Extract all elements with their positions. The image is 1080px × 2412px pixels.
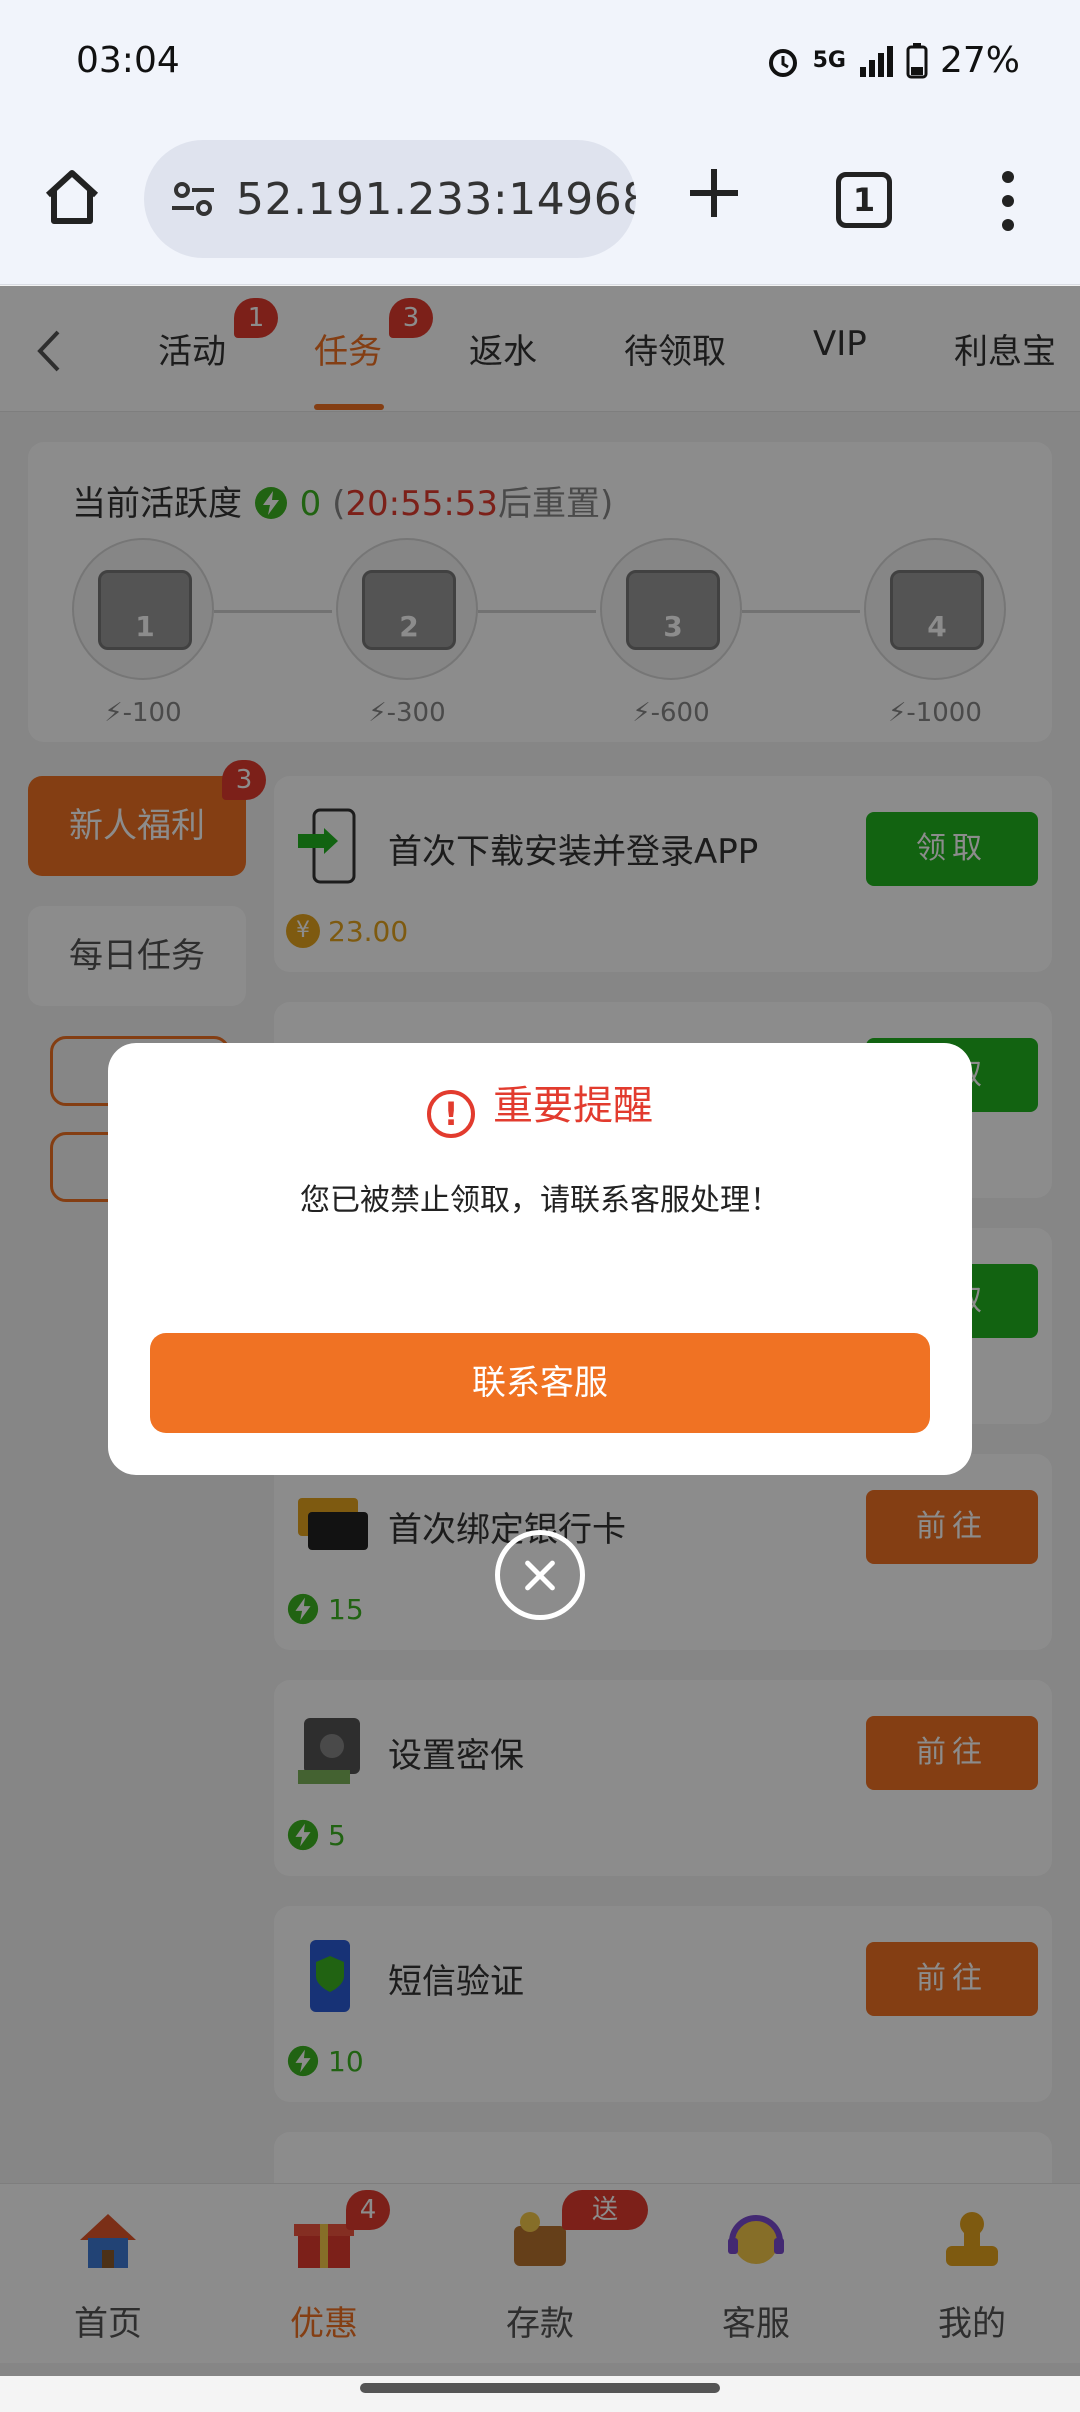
status-time: 03:04	[76, 40, 180, 81]
signal-icon	[859, 45, 893, 77]
dialog-title-text: 重要提醒	[493, 1083, 653, 1129]
dialog-title: ! 重要提醒	[108, 1073, 972, 1138]
url-text: 52.191.233:14968	[236, 174, 636, 225]
home-icon[interactable]	[40, 165, 104, 229]
contact-support-button[interactable]: 联系客服	[150, 1333, 930, 1433]
battery-level: 27%	[939, 40, 1020, 81]
alert-icon: !	[427, 1090, 475, 1138]
status-icons: 5G 27%	[765, 40, 1020, 81]
browser-toolbar: 52.191.233:14968 1	[0, 125, 1080, 285]
battery-icon	[906, 42, 928, 78]
new-tab-icon[interactable]	[684, 163, 744, 223]
dialog-message: 您已被禁止领取，请联系客服处理！	[300, 1183, 780, 1218]
site-settings-icon[interactable]	[168, 174, 218, 224]
home-indicator[interactable]	[360, 2383, 720, 2393]
more-menu-icon[interactable]	[998, 169, 1018, 233]
address-bar[interactable]: 52.191.233:14968	[144, 140, 636, 258]
close-icon[interactable]	[495, 1530, 585, 1620]
alert-dialog: ! 重要提醒 您已被禁止领取，请联系客服处理！ 联系客服	[108, 1043, 972, 1475]
alarm-icon	[768, 48, 797, 77]
tab-switcher-button[interactable]: 1	[836, 172, 892, 228]
network-label: 5G	[812, 48, 846, 73]
status-bar: 03:04 5G 27%	[0, 0, 1080, 125]
